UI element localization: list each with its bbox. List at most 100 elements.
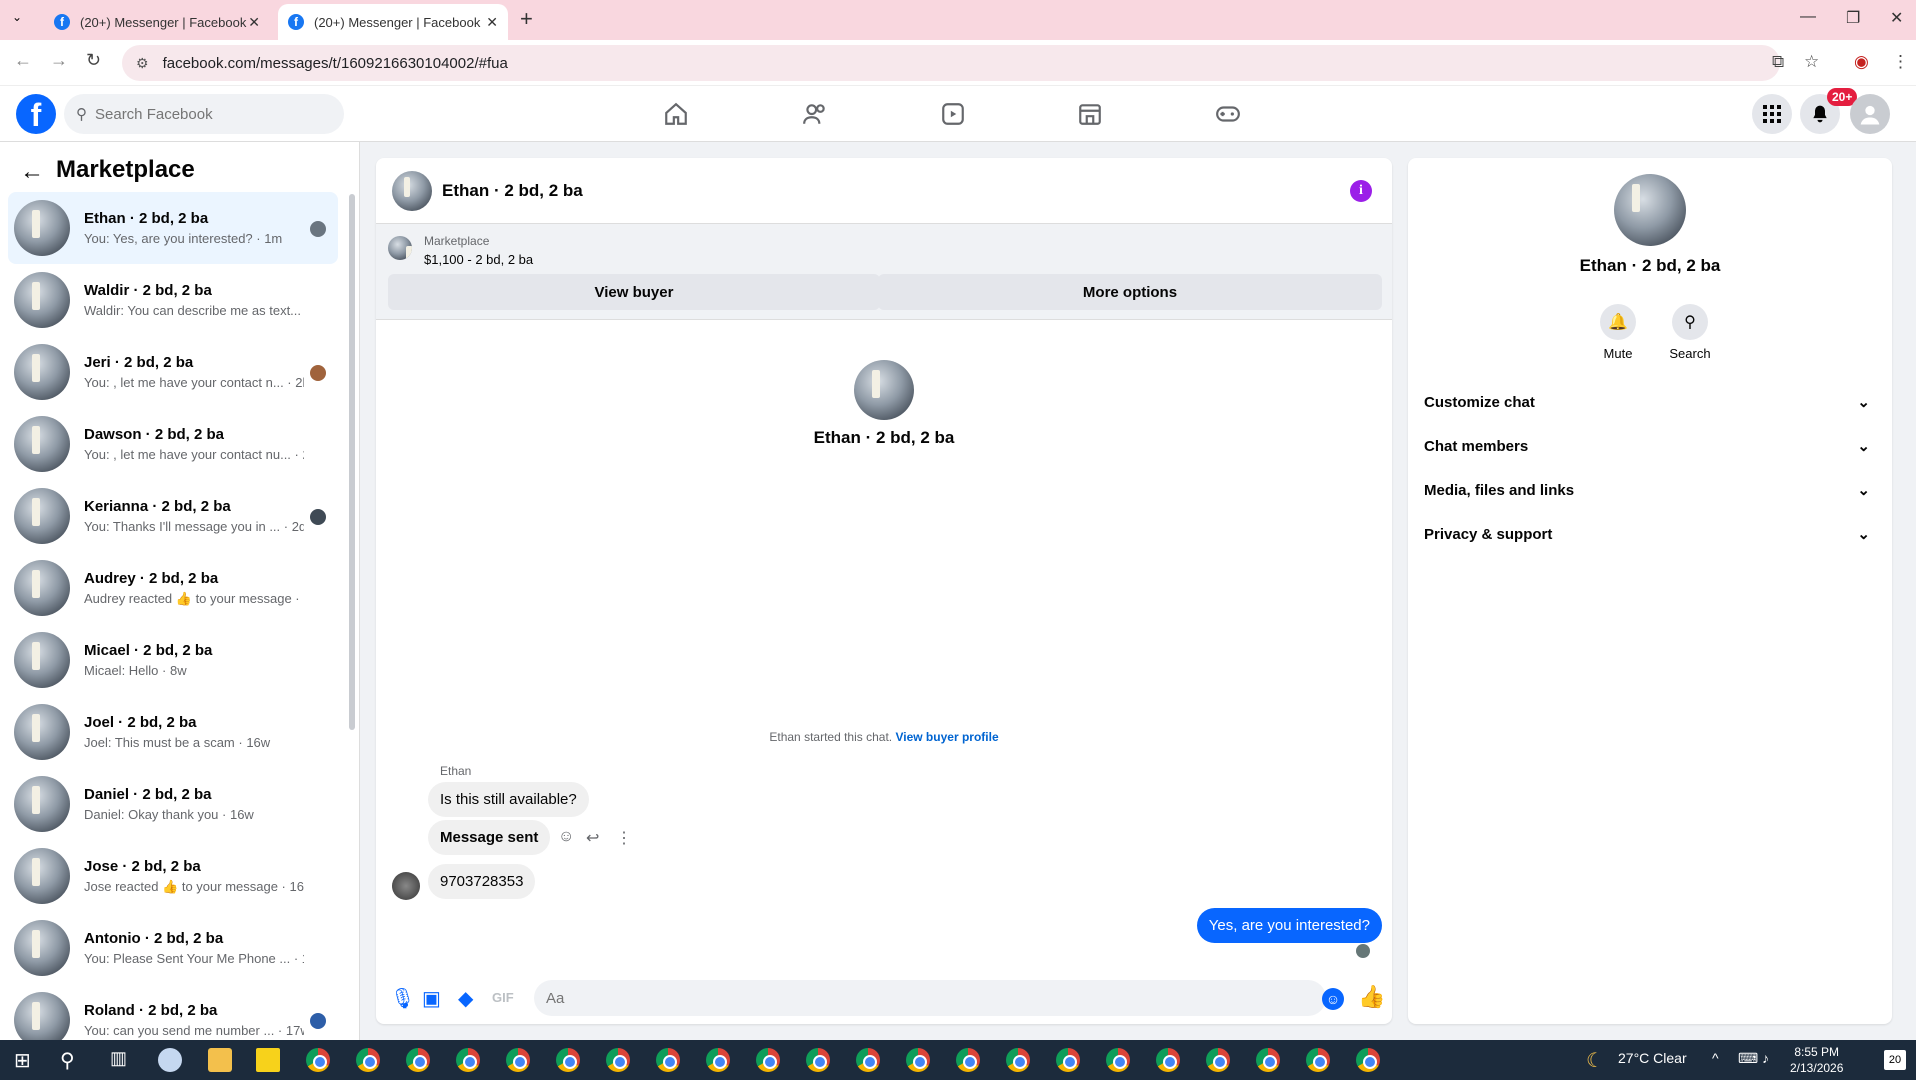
app-icon[interactable] [158, 1048, 182, 1072]
chrome-icon[interactable] [806, 1048, 830, 1072]
chrome-icon[interactable] [306, 1048, 330, 1072]
close-tab-icon[interactable]: ✕ [486, 14, 498, 31]
thumbs-up-icon[interactable]: 👍 [1358, 984, 1385, 1010]
notification-center-badge[interactable]: 20 [1884, 1050, 1906, 1070]
gif-icon[interactable]: GIF [492, 990, 514, 1005]
conversation-item[interactable]: Daniel · 2 bd, 2 ba Daniel: Okay thank yo… [8, 768, 338, 840]
chrome-icon[interactable] [656, 1048, 680, 1072]
site-info-icon[interactable]: ⚙ [136, 55, 149, 72]
sticky-notes-icon[interactable] [256, 1048, 280, 1072]
conversation-item[interactable]: Joel · 2 bd, 2 ba Joel: This must be a sc… [8, 696, 338, 768]
conversation-item[interactable]: Roland · 2 bd, 2 ba You: can you send me … [8, 984, 338, 1040]
chrome-icon[interactable] [1356, 1048, 1380, 1072]
windows-start-icon[interactable]: ⊞ [14, 1048, 31, 1073]
file-explorer-icon[interactable] [208, 1048, 232, 1072]
scrollbar[interactable] [349, 194, 355, 730]
chrome-icon[interactable] [356, 1048, 380, 1072]
conversation-item[interactable]: Antonio · 2 bd, 2 ba You: Please Sent You… [8, 912, 338, 984]
restore-icon[interactable]: ❐ [1846, 8, 1860, 28]
chrome-icon[interactable] [406, 1048, 430, 1072]
facebook-search[interactable]: ⚲ [64, 94, 344, 134]
browser-tab-1[interactable]: f (20+) Messenger | Facebook ✕ [44, 4, 270, 40]
close-tab-icon[interactable]: ✕ [248, 14, 260, 31]
chrome-icon[interactable] [956, 1048, 980, 1072]
chrome-icon[interactable] [856, 1048, 880, 1072]
emoji-icon[interactable]: ☺ [1322, 988, 1344, 1010]
message-bubble[interactable]: Is this still available? [428, 782, 589, 817]
privacy-support-section[interactable]: Privacy & support ⌄ [1424, 512, 1876, 556]
message-input[interactable] [534, 980, 1326, 1016]
search-button[interactable]: ⚲ Search [1650, 304, 1730, 361]
chrome-icon[interactable] [1056, 1048, 1080, 1072]
forward-icon[interactable]: → [50, 50, 68, 71]
conversation-item[interactable]: Waldir · 2 bd, 2 ba Waldir: You can descr… [8, 264, 338, 336]
more-options-button[interactable]: More options [878, 274, 1382, 310]
url-field[interactable]: ⚙ facebook.com/messages/t/16092166301040… [122, 45, 1780, 81]
minimize-icon[interactable]: — [1800, 8, 1816, 26]
avatar[interactable] [392, 170, 432, 211]
sticker-icon[interactable]: ◆ [458, 986, 473, 1011]
friends-icon[interactable] [795, 96, 835, 132]
message-bubble[interactable]: 9703728353 [428, 864, 536, 899]
chrome-icon[interactable] [1206, 1048, 1230, 1072]
reply-icon[interactable]: ↩ [586, 828, 599, 848]
conversation-item[interactable]: Audrey · 2 bd, 2 ba Audrey reacted 👍 to y… [8, 552, 338, 624]
facebook-logo-icon[interactable]: f [16, 94, 56, 134]
conversation-item[interactable]: Jose · 2 bd, 2 ba Jose reacted 👍 to your … [8, 840, 338, 912]
chrome-icon[interactable] [906, 1048, 930, 1072]
close-window-icon[interactable]: ✕ [1890, 8, 1903, 28]
browser-tab-2[interactable]: f (20+) Messenger | Facebook ✕ [278, 4, 508, 40]
tray-chevron-icon[interactable]: ^ [1712, 1050, 1719, 1066]
react-icon[interactable]: ☺ [558, 828, 574, 846]
conversation-item[interactable]: Micael · 2 bd, 2 ba Micael: Hello · 8w [8, 624, 338, 696]
conversation-item[interactable]: Dawson · 2 bd, 2 ba You: , let me have yo… [8, 408, 338, 480]
customize-chat-section[interactable]: Customize chat ⌄ [1424, 380, 1876, 424]
media-files-links-section[interactable]: Media, files and links ⌄ [1424, 468, 1876, 512]
outgoing-message-bubble[interactable]: Yes, are you interested? [1196, 908, 1382, 943]
message-bubble[interactable]: Message sent [428, 820, 551, 855]
search-icon[interactable]: ⚲ [60, 1048, 75, 1073]
conversation-item[interactable]: Kerianna · 2 bd, 2 ba You: Thanks I'll me… [8, 480, 338, 552]
gaming-icon[interactable] [1208, 96, 1248, 132]
chrome-icon[interactable] [1006, 1048, 1030, 1072]
search-input[interactable] [95, 105, 315, 123]
marketplace-icon[interactable] [1070, 96, 1110, 132]
chrome-icon[interactable] [556, 1048, 580, 1072]
info-icon[interactable]: i [1350, 180, 1372, 202]
chrome-icon[interactable] [756, 1048, 780, 1072]
network-icon[interactable]: ⌨ [1738, 1050, 1758, 1067]
new-tab-icon[interactable]: + [520, 6, 533, 32]
chrome-icon[interactable] [1256, 1048, 1280, 1072]
mute-button[interactable]: 🔔 Mute [1578, 304, 1658, 361]
chrome-icon[interactable] [606, 1048, 630, 1072]
microphone-icon[interactable]: 🎙 [390, 986, 415, 1011]
chat-members-section[interactable]: Chat members ⌄ [1424, 424, 1876, 468]
avatar[interactable] [1614, 174, 1686, 246]
chrome-icon[interactable] [1306, 1048, 1330, 1072]
chat-title[interactable]: Ethan · 2 bd, 2 ba [442, 181, 583, 201]
account-avatar-icon[interactable] [1850, 94, 1890, 134]
clock[interactable]: 8:55 PM 2/13/2026 [1790, 1044, 1843, 1076]
conversation-item[interactable]: Ethan · 2 bd, 2 ba You: Yes, are you inte… [8, 192, 338, 264]
view-buyer-button[interactable]: View buyer [388, 274, 880, 310]
task-view-icon[interactable]: ▥ [110, 1048, 127, 1069]
chrome-icon[interactable] [1156, 1048, 1180, 1072]
back-arrow-icon[interactable]: ← [20, 158, 44, 186]
bookmark-star-icon[interactable]: ☆ [1804, 52, 1819, 72]
more-actions-icon[interactable]: ⋮ [616, 828, 632, 848]
profile-icon[interactable]: ◉ [1854, 52, 1869, 72]
chrome-icon[interactable] [706, 1048, 730, 1072]
weather-text[interactable]: 27°C Clear [1618, 1050, 1687, 1066]
home-icon[interactable] [656, 96, 696, 132]
chrome-icon[interactable] [456, 1048, 480, 1072]
chrome-icon[interactable] [1106, 1048, 1130, 1072]
tab-search-chevron-icon[interactable]: ⌄ [12, 10, 22, 24]
install-app-icon[interactable]: ⧉ [1772, 52, 1784, 72]
video-icon[interactable] [933, 96, 973, 132]
photo-icon[interactable]: ▣ [422, 986, 441, 1011]
menu-grid-icon[interactable] [1752, 94, 1792, 134]
volume-icon[interactable]: ♪ [1762, 1050, 1769, 1066]
back-icon[interactable]: ← [14, 50, 32, 71]
reload-icon[interactable]: ↻ [86, 50, 101, 71]
view-buyer-profile-link[interactable]: View buyer profile [895, 730, 998, 744]
